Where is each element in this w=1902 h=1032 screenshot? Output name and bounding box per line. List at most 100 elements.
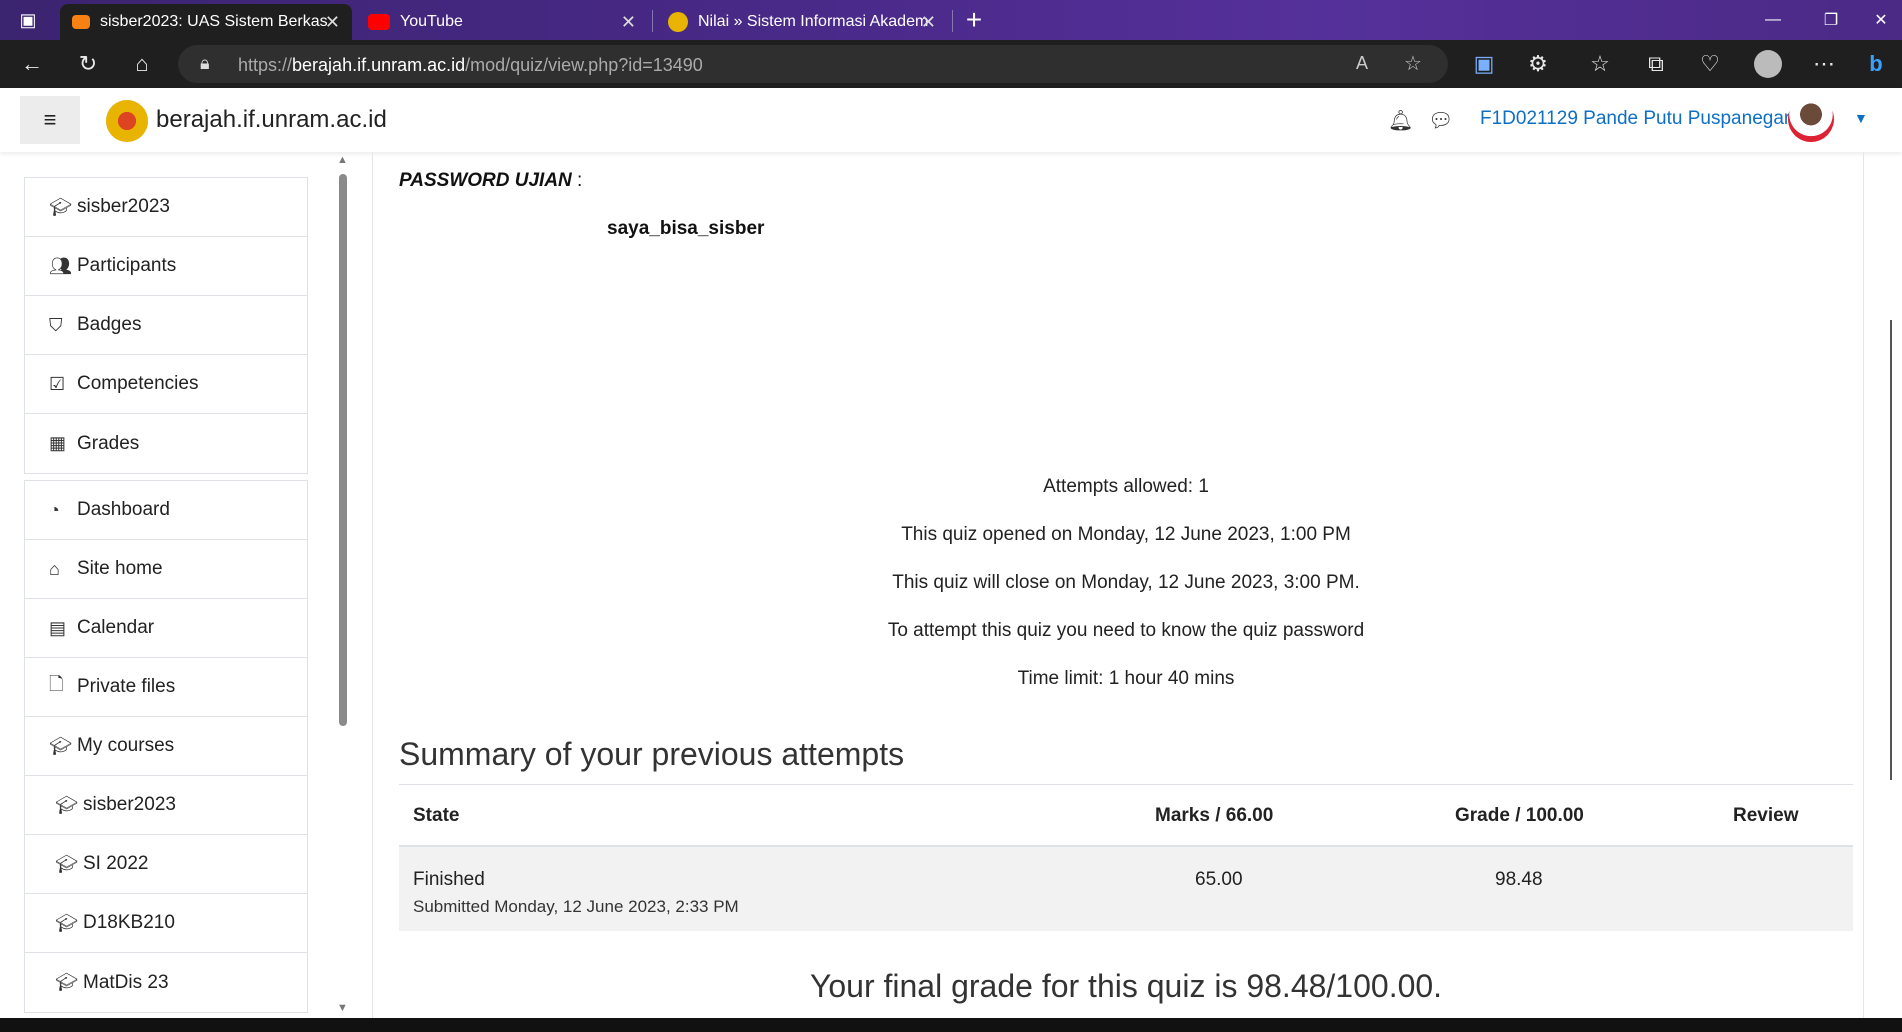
check-square-icon: ☑ [49,373,66,394]
graduation-cap-icon: 🎓︎ [55,794,78,815]
tab-label: YouTube [400,13,463,30]
sidebar-scrollbar[interactable]: ▲ ▼ [336,154,350,1016]
address-bar[interactable]: 🔒︎ https://berajah.if.unram.ac.id/mod/qu… [178,45,1448,83]
calendar-icon: ▤ [49,617,67,638]
scroll-down-icon[interactable]: ▼ [337,1002,348,1014]
nav-item-badges[interactable]: ⛉ Badges [25,296,307,355]
site-name[interactable]: berajah.if.unram.ac.id [156,106,387,134]
refresh-icon[interactable]: ↻ [72,48,104,80]
tab-youtube[interactable]: YouTube ✕ [356,4,648,40]
attempt-marks: 65.00 [1195,869,1243,890]
column-header-grade: Grade / 100.00 [1455,805,1584,826]
url-text: https://berajah.if.unram.ac.id/mod/quiz/… [238,55,703,75]
menu-toggle-button[interactable]: ≡ [20,96,80,144]
nav-item-my-courses[interactable]: 🎓︎ My courses [25,717,307,776]
graduation-cap-icon: 🎓︎ [55,912,78,933]
password-label: PASSWORD UJIAN : [399,170,583,191]
scroll-up-icon[interactable]: ▲ [337,154,348,166]
graduation-cap-icon: 🎓︎ [49,196,72,217]
collections-icon[interactable]: ⧉ [1640,48,1672,80]
os-taskbar [0,1018,1902,1032]
graduation-cap-icon: 🎓︎ [55,853,78,874]
home-icon[interactable]: ⌂ [126,48,158,80]
password-value: saya_bisa_sisber [607,218,765,239]
tab-nilai[interactable]: Nilai » Sistem Informasi Akadem ✕ [656,4,948,40]
restore-icon[interactable]: ❐ [1808,6,1854,34]
file-icon: 🗋 [49,674,64,694]
nav-drawer: 🎓︎ sisber2023 👥︎ Participants ⛉ Badges ☑ Com… [24,177,308,1019]
back-icon[interactable]: ← [16,48,48,80]
notification-bell-icon[interactable]: 🔔︎ [1388,108,1413,133]
read-aloud-icon[interactable]: A [1356,53,1368,74]
more-menu-icon[interactable]: ⋯ [1808,48,1840,80]
dashboard-icon: ◔ [49,499,60,520]
new-tab-button[interactable]: + [958,4,990,36]
browser-toolbar: ← ↻ ⌂ 🔒︎ https://berajah.if.unram.ac.id/… [0,40,1902,88]
user-name-link[interactable]: F1D021129 Pande Putu Puspanegara [1480,108,1801,130]
nav-item-private-files[interactable]: 🗋 Private files [25,658,307,717]
nav-item-course-d18kb210[interactable]: 🎓︎ D18KB210 [25,894,307,953]
attempt-grade: 98.48 [1495,869,1543,890]
nav-item-competencies[interactable]: ☑ Competencies [25,355,307,414]
attempts-table: State Marks / 66.00 Grade / 100.00 Revie… [399,785,1853,931]
close-tab-icon[interactable]: ✕ [325,12,340,33]
nav-item-site-home[interactable]: ⌂ Site home [25,540,307,599]
table-row: Finished Submitted Monday, 12 June 2023,… [399,847,1853,931]
messages-icon[interactable]: 💬︎ [1428,108,1453,133]
extensions-icon[interactable]: ⚙ [1522,48,1554,80]
tab-label: Nilai » Sistem Informasi Akadem [698,13,928,30]
nav-item-dashboard[interactable]: ◔ Dashboard [25,481,307,540]
column-header-state: State [413,805,460,826]
tab-label: sisber2023: UAS Sistem Berkas K [100,13,330,30]
home-icon: ⌂ [49,558,60,579]
page-scrollbar[interactable] [1890,320,1892,780]
close-tab-icon[interactable]: ✕ [921,12,936,33]
screenshot-icon[interactable]: ▣ [1468,48,1500,80]
profile-icon[interactable] [1752,48,1784,80]
university-logo[interactable] [106,100,148,142]
tab-separator [652,10,653,32]
tab-actions-icon[interactable]: ▣ [12,4,44,36]
table-icon: ▦ [49,433,67,453]
unram-favicon-icon [668,12,688,32]
avatar[interactable] [1788,96,1834,142]
course-nav-group: 🎓︎ sisber2023 👥︎ Participants ⛉ Badges ☑ Com… [24,177,308,474]
quiz-info-time-limit: Time limit: 1 hour 40 mins [1017,668,1235,689]
browser-tab-strip: ▣ sisber2023: UAS Sistem Berkas K ✕ YouT… [0,0,1902,40]
summary-heading: Summary of your previous attempts [399,736,905,772]
attempt-submitted: Submitted Monday, 12 June 2023, 2:33 PM [413,897,739,916]
attempt-state: Finished [413,869,485,890]
tab-quiz[interactable]: sisber2023: UAS Sistem Berkas K ✕ [60,4,352,40]
hamburger-icon: ≡ [43,107,57,132]
nav-item-course-matdis23[interactable]: 🎓︎ MatDis 23 [25,953,307,1012]
bing-icon[interactable]: b [1860,48,1892,80]
quiz-info-attempts: Attempts allowed: 1 [1043,476,1209,497]
column-header-marks: Marks / 66.00 [1155,805,1274,826]
scrollbar-thumb[interactable] [339,174,347,726]
nav-item-course-si2022[interactable]: 🎓︎ SI 2022 [25,835,307,894]
nav-item-course[interactable]: 🎓︎ sisber2023 [25,178,307,237]
quiz-info-password: To attempt this quiz you need to know th… [887,620,1365,641]
tab-separator [952,10,953,32]
users-icon: 👥︎ [49,255,72,276]
nav-item-participants[interactable]: 👥︎ Participants [25,237,307,296]
quiz-info-close: This quiz will close on Monday, 12 June … [892,572,1360,593]
site-nav-group: ◔ Dashboard ⌂ Site home ▤ Calendar 🗋 Private… [24,480,308,1013]
nav-item-course-sisber2023[interactable]: 🎓︎ sisber2023 [25,776,307,835]
table-header: State Marks / 66.00 Grade / 100.00 Revie… [399,785,1853,847]
favorite-star-icon[interactable]: ☆ [1404,51,1422,76]
youtube-favicon-icon [368,14,390,30]
close-window-icon[interactable]: ✕ [1858,6,1902,34]
moodle-favicon-icon [72,15,90,29]
shield-icon: ⛉ [49,314,63,335]
performance-icon[interactable]: ♡ [1694,48,1726,80]
favorites-icon[interactable]: ☆ [1584,48,1616,80]
graduation-cap-icon: 🎓︎ [55,972,78,992]
chevron-down-icon[interactable]: ▼ [1854,110,1868,126]
quiz-info-opened: This quiz opened on Monday, 12 June 2023… [901,524,1351,545]
nav-item-calendar[interactable]: ▤ Calendar [25,599,307,658]
minimize-icon[interactable]: — [1750,6,1796,34]
main-content: PASSWORD UJIAN : saya_bisa_sisber Attemp… [372,152,1864,1022]
nav-item-grades[interactable]: ▦ Grades [25,414,307,473]
close-tab-icon[interactable]: ✕ [621,12,636,33]
